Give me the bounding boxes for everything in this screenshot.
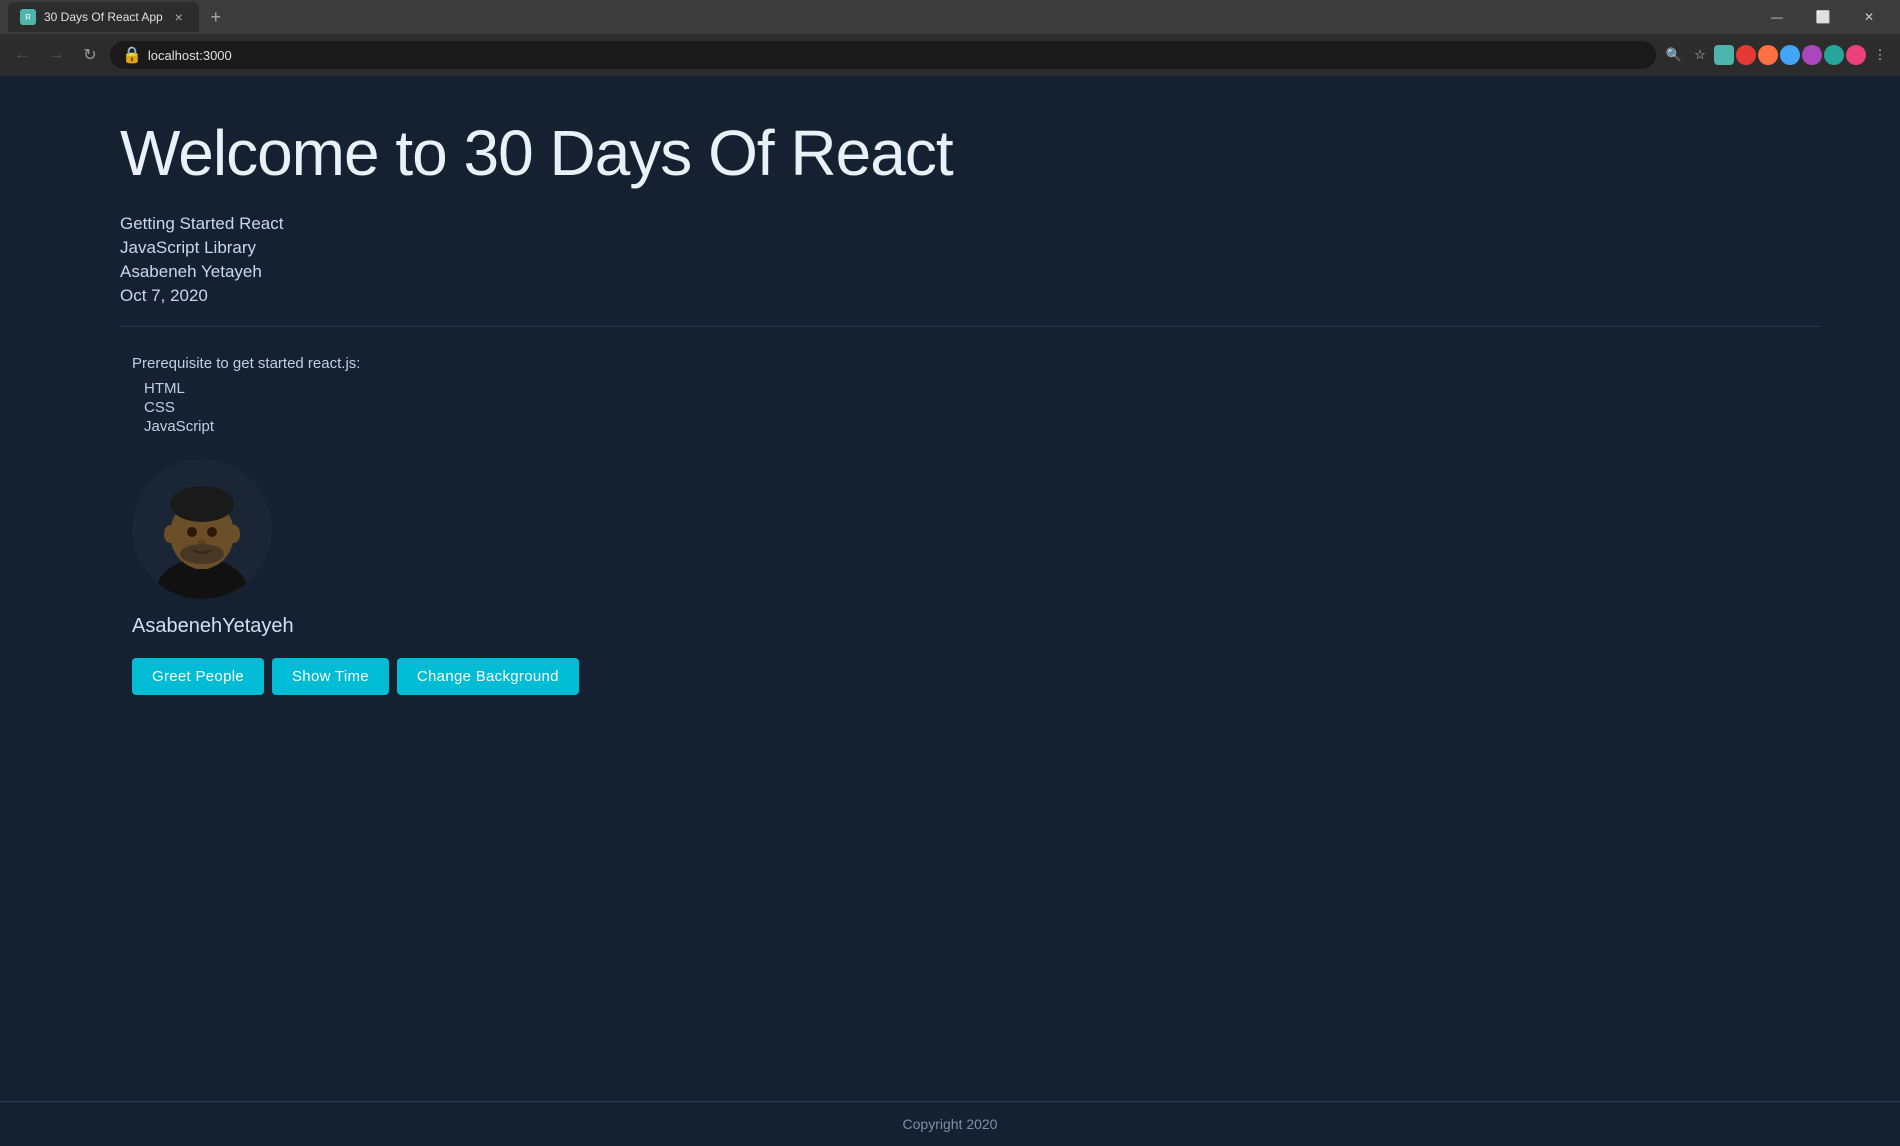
forward-button[interactable]: →: [42, 41, 70, 69]
tab-title: 30 Days Of React App: [44, 10, 163, 24]
buttons-row: Greet People Show Time Change Background: [132, 658, 1820, 695]
ext-icon-4[interactable]: [1780, 45, 1800, 65]
page-footer: Copyright 2020: [0, 1101, 1900, 1146]
ext-icon-5[interactable]: [1802, 45, 1822, 65]
star-icon[interactable]: ☆: [1688, 43, 1712, 67]
ext-icon-1[interactable]: [1714, 45, 1734, 65]
menu-button[interactable]: ⋮: [1868, 43, 1892, 67]
prerequisites-label: Prerequisite to get started react.js:: [132, 355, 1820, 372]
browser-addressbar: ← → ↻ 🔒 localhost:3000 🔍 ☆ ⋮: [0, 34, 1900, 76]
tab-close-button[interactable]: ×: [171, 9, 187, 25]
show-time-button[interactable]: Show Time: [272, 658, 389, 695]
subtitle: Getting Started React: [120, 214, 1820, 234]
back-button[interactable]: ←: [8, 41, 36, 69]
browser-favicon: R: [20, 9, 36, 25]
minimize-button[interactable]: —: [1754, 0, 1800, 34]
prerequisites-list: HTML CSS JavaScript: [144, 380, 1820, 435]
browser-tab[interactable]: R 30 Days Of React App ×: [8, 2, 199, 32]
divider: [120, 326, 1820, 327]
lock-icon: 🔒: [122, 45, 142, 65]
ext-icon-3[interactable]: [1758, 45, 1778, 65]
subtitle-section: Getting Started React JavaScript Library…: [120, 214, 1820, 306]
browser-chrome: R 30 Days Of React App × + — ⬜ ✕ ← → ↻ 🔒…: [0, 0, 1900, 76]
refresh-button[interactable]: ↻: [76, 41, 104, 69]
prerequisite-html: HTML: [144, 380, 1820, 397]
ext-icon-6[interactable]: [1824, 45, 1844, 65]
prerequisite-css: CSS: [144, 399, 1820, 416]
greet-people-button[interactable]: Greet People: [132, 658, 264, 695]
maximize-button[interactable]: ⬜: [1800, 0, 1846, 34]
footer-text: Copyright 2020: [903, 1116, 998, 1132]
svg-text:R: R: [25, 13, 31, 22]
avatar: [132, 459, 272, 599]
author-label: Asabeneh Yetayeh: [120, 262, 1820, 282]
page-main: Welcome to 30 Days Of React Getting Star…: [0, 76, 1900, 1101]
prerequisite-js: JavaScript: [144, 418, 1820, 435]
address-bar[interactable]: 🔒 localhost:3000: [110, 41, 1656, 69]
change-background-button[interactable]: Change Background: [397, 658, 579, 695]
user-name: AsabenehYetayeh: [132, 615, 1820, 638]
date-label: Oct 7, 2020: [120, 286, 1820, 306]
new-tab-button[interactable]: +: [203, 4, 229, 30]
search-icon[interactable]: 🔍: [1662, 43, 1686, 67]
close-button[interactable]: ✕: [1846, 0, 1892, 34]
page-title: Welcome to 30 Days Of React: [120, 116, 1820, 190]
address-text: localhost:3000: [148, 48, 1644, 63]
ext-icon-7[interactable]: [1846, 45, 1866, 65]
window-controls: — ⬜ ✕: [1754, 0, 1892, 34]
tech-label: JavaScript Library: [120, 238, 1820, 258]
browser-titlebar: R 30 Days Of React App × + — ⬜ ✕: [0, 0, 1900, 34]
page-content: Welcome to 30 Days Of React Getting Star…: [0, 76, 1900, 1146]
toolbar-icons: 🔍 ☆ ⋮: [1662, 43, 1892, 67]
ext-icon-2[interactable]: [1736, 45, 1756, 65]
